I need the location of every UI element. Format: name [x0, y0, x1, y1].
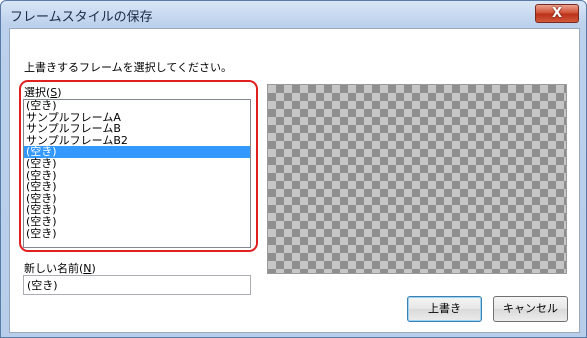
- frame-preview: [267, 84, 567, 274]
- cancel-button[interactable]: キャンセル: [493, 296, 568, 322]
- instruction-text: 上書きするフレームを選択してください。: [24, 61, 233, 74]
- new-name-input[interactable]: [23, 275, 251, 295]
- dialog-content: 上書きするフレームを選択してください。 選択(S) (空き) サンプルフレームA サ…: [9, 28, 580, 333]
- overwrite-button[interactable]: 上書き: [407, 296, 482, 322]
- close-icon: X: [551, 6, 563, 21]
- new-name-label: 新しい名前(N): [24, 262, 96, 275]
- close-button[interactable]: X: [535, 4, 579, 23]
- title-bar[interactable]: フレームスタイルの保存 X: [1, 1, 586, 27]
- highlight-box: [19, 80, 258, 252]
- dialog-window: フレームスタイルの保存 X 上書きするフレームを選択してください。 選択(S) …: [0, 0, 587, 338]
- window-title: フレームスタイルの保存: [10, 10, 153, 25]
